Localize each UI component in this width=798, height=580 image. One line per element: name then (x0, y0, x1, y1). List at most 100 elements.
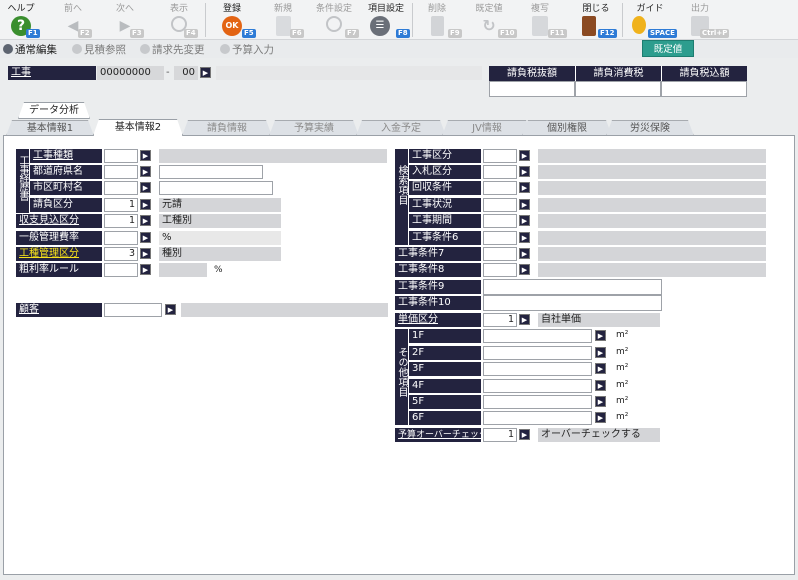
header-col-tax: 請負消費税 (575, 66, 661, 81)
input-search-1[interactable] (483, 149, 517, 163)
label-budget-over-check[interactable]: 予算オーバーチェック (395, 428, 488, 442)
floor-4f-lookup-button[interactable]: ▶ (595, 380, 606, 391)
tab-workers-insurance[interactable]: 労災保険 (606, 120, 694, 136)
input-search-4[interactable] (483, 198, 517, 212)
customer-lookup-button[interactable]: ▶ (165, 304, 176, 315)
tab-individual-permission[interactable]: 個別権限 (522, 120, 612, 136)
label-unit-price[interactable]: 単価区分 (395, 313, 481, 327)
input-prefecture[interactable] (104, 165, 138, 179)
work-type-management-lookup-button[interactable]: ▶ (140, 248, 151, 259)
prefecture-lookup-button[interactable]: ▶ (140, 166, 151, 177)
input-condition-7[interactable] (483, 247, 517, 261)
input-condition-9[interactable] (483, 279, 662, 295)
input-budget-over-check[interactable]: 1 (483, 428, 517, 442)
label-work-type-management[interactable]: 工種管理区分 (16, 247, 102, 261)
city-lookup-button[interactable]: ▶ (140, 182, 151, 193)
text-search-1 (538, 149, 766, 163)
floor-1f-lookup-button[interactable]: ▶ (595, 330, 606, 341)
search-group-title: 検索項目 (395, 149, 408, 245)
contract-type-lookup-button[interactable]: ▶ (140, 199, 151, 210)
input-balance-forecast[interactable]: 1 (104, 214, 138, 228)
new-button[interactable]: 新規 F6 (264, 0, 304, 40)
input-condition-10[interactable] (483, 295, 662, 311)
copy-button[interactable]: 複写 F11 (522, 0, 567, 40)
input-customer[interactable] (104, 303, 162, 317)
register-button[interactable]: 登録 OK F5 (212, 0, 256, 40)
tab-contract-info[interactable]: 請負情報 (182, 120, 272, 136)
tab-basic-info-1[interactable]: 基本情報1 (6, 120, 94, 136)
input-floor-4f[interactable] (483, 379, 592, 393)
input-gross-margin-rule[interactable] (104, 263, 138, 277)
search-5-lookup-button[interactable]: ▶ (519, 215, 530, 226)
tab-payment-schedule[interactable]: 入金予定 (356, 120, 446, 136)
input-city[interactable] (104, 181, 138, 195)
input-project-type[interactable] (104, 149, 138, 163)
floor-3f-lookup-button[interactable]: ▶ (595, 363, 606, 374)
condition-8-lookup-button[interactable]: ▶ (519, 264, 530, 275)
label-project-type[interactable]: 工事種類 (30, 149, 102, 163)
tab-basic-info-2[interactable]: 基本情報2 (93, 119, 183, 136)
input-floor-1f[interactable] (483, 329, 592, 343)
input-unit-price[interactable]: 1 (483, 313, 517, 327)
search-1-lookup-button[interactable]: ▶ (519, 150, 530, 161)
floor-5f-lookup-button[interactable]: ▶ (595, 396, 606, 407)
input-floor-5f[interactable] (483, 395, 592, 409)
budget-over-check-lookup-button[interactable]: ▶ (519, 429, 530, 440)
default-button-toolbar[interactable]: 既定値 ↻ F10 (470, 0, 517, 40)
input-search-3[interactable] (483, 181, 517, 195)
input-floor-3f[interactable] (483, 362, 592, 376)
mode-estimate-ref[interactable]: 見積参照 (72, 42, 126, 57)
project-lookup-button[interactable]: ▶ (200, 67, 211, 78)
text-city[interactable] (159, 181, 273, 195)
search-4-lookup-button[interactable]: ▶ (519, 199, 530, 210)
input-search-5[interactable] (483, 214, 517, 228)
overhead-rate-lookup-button[interactable]: ▶ (140, 232, 151, 243)
mode-normal-edit[interactable]: 通常編集 (3, 42, 57, 57)
mode-budget-input[interactable]: 予算入力 (220, 42, 274, 57)
guide-button[interactable]: ガイド SPACE (630, 0, 677, 40)
project-sub-code[interactable]: 00 (174, 66, 198, 80)
delete-button[interactable]: 削除 F9 (420, 0, 462, 40)
unit-price-lookup-button[interactable]: ▶ (519, 314, 530, 325)
label-balance-forecast[interactable]: 収支見込区分 (16, 214, 102, 228)
next-button[interactable]: 次へ ▶ F3 (108, 0, 144, 40)
tab-jv-info[interactable]: JV情報 (442, 120, 532, 136)
text-prefecture[interactable] (159, 165, 263, 179)
default-key: F10 (498, 29, 517, 38)
default-value-button[interactable]: 既定値 (642, 40, 694, 57)
floor-6f-lookup-button[interactable]: ▶ (595, 412, 606, 423)
item-settings-button[interactable]: 項目設定 ☰ F8 (364, 0, 410, 40)
input-overhead-rate[interactable] (104, 231, 138, 245)
search-2-lookup-button[interactable]: ▶ (519, 166, 530, 177)
search-3-lookup-button[interactable]: ▶ (519, 182, 530, 193)
output-button[interactable]: 出力 Ctrl+P (678, 0, 730, 40)
input-work-type-management[interactable]: 3 (104, 247, 138, 261)
prev-button[interactable]: 前へ ◀ F2 (56, 0, 92, 40)
gross-margin-rule-lookup-button[interactable]: ▶ (140, 264, 151, 275)
condition-7-lookup-button[interactable]: ▶ (519, 248, 530, 259)
search-6-lookup-button[interactable]: ▶ (519, 232, 530, 243)
project-label[interactable]: 工事 (8, 66, 96, 80)
condition-button[interactable]: 条件設定 F7 (312, 0, 359, 40)
input-condition-8[interactable] (483, 263, 517, 277)
label-customer[interactable]: 顧客 (16, 303, 102, 317)
balance-forecast-lookup-button[interactable]: ▶ (140, 215, 151, 226)
tab-data-analysis[interactable]: データ分析 (18, 102, 90, 119)
input-search-2[interactable] (483, 165, 517, 179)
display-button[interactable]: 表示 F4 (162, 0, 198, 40)
text-search-5 (538, 214, 766, 228)
project-code[interactable]: 00000000 (97, 66, 164, 80)
input-floor-2f[interactable] (483, 346, 592, 360)
input-contract-type[interactable]: 1 (104, 198, 138, 212)
tab-budget-actual[interactable]: 予算実績 (269, 120, 359, 136)
help-button[interactable]: ヘルプ ? F1 (4, 0, 40, 40)
condition-magnifier-icon (326, 16, 342, 32)
floor-2f-lookup-button[interactable]: ▶ (595, 347, 606, 358)
label-search-6: 工事条件6 (409, 231, 481, 245)
mode-billing-change[interactable]: 請求先変更 (140, 42, 205, 57)
input-floor-6f[interactable] (483, 411, 592, 425)
register-ok-icon: OK (222, 16, 242, 36)
close-button[interactable]: 閉じる F12 (576, 0, 617, 40)
input-search-6[interactable] (483, 231, 517, 245)
project-type-lookup-button[interactable]: ▶ (140, 150, 151, 161)
